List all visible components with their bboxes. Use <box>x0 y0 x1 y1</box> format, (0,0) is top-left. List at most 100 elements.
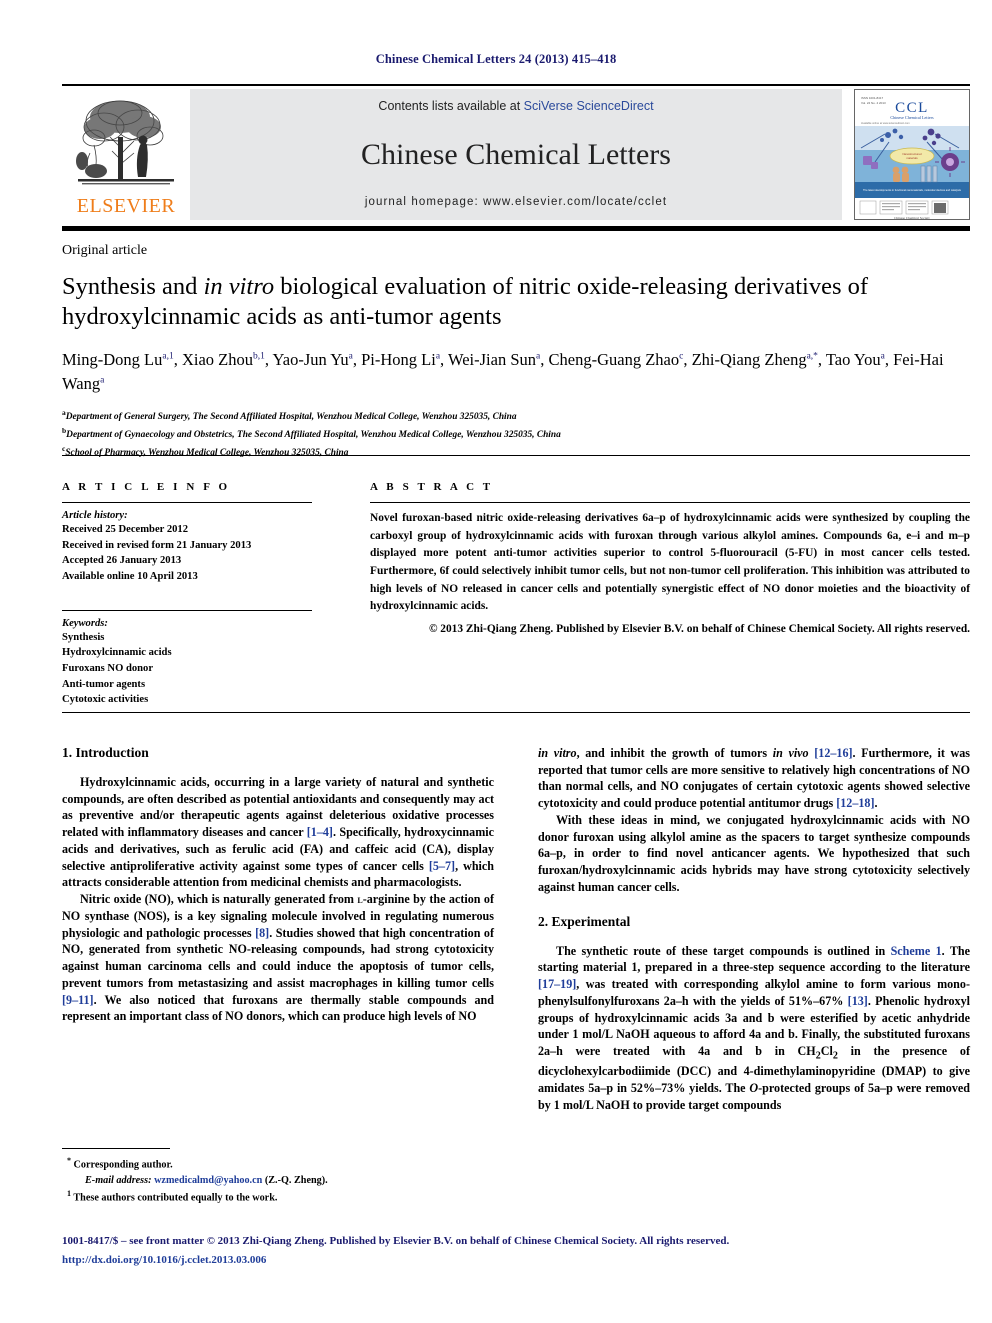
scheme-reference[interactable]: Scheme 1 <box>891 944 942 958</box>
article-history-item: Received 25 December 2012 <box>62 524 189 535</box>
affiliation-line: cSchool of Pharmacy, Wenzhou Medical Col… <box>62 444 349 459</box>
section-heading-experimental: 2. Experimental <box>538 913 631 929</box>
section-heading-introduction: 1. Introduction <box>62 745 149 760</box>
body-column-right: in vitro, and inhibit the growth of tumo… <box>538 745 970 1114</box>
keyword-item: Cytotoxic activities <box>62 694 149 706</box>
author-name: Cheng-Guang Zhao <box>548 349 680 369</box>
journal-cover-thumbnail: ISSN 1001-8417 Vol. 24 No. 4 2013 CCL Ch… <box>854 89 970 220</box>
article-info-rule <box>62 502 312 503</box>
author-affiliation-marker: a <box>100 375 105 386</box>
email-attribution: (Z.-Q. Zheng). <box>262 1174 328 1186</box>
svg-text:Vol. 24 No. 4 2013: Vol. 24 No. 4 2013 <box>861 101 886 105</box>
author-name: Zhi-Qiang Zheng <box>691 349 807 369</box>
doi-link[interactable]: http://dx.doi.org/10.1016/j.cclet.2013.0… <box>62 1251 970 1270</box>
footnote-corresponding-author: * Corresponding author. <box>62 1155 494 1173</box>
equal-contribution-text: These authors contributed equally to the… <box>73 1192 278 1204</box>
article-history-item: Available online 10 April 2013 <box>62 571 198 583</box>
author-name: Tao You <box>825 349 881 369</box>
journal-band: Contents lists available at SciVerse Sci… <box>190 89 842 220</box>
keyword-item: Hydroxylcinnamic acids <box>62 647 172 659</box>
keyword-item: Synthesis <box>62 631 105 643</box>
elsevier-wordmark: ELSEVIER <box>76 195 176 217</box>
keywords-rule <box>62 609 312 611</box>
keyword-list: Synthesis Hydroxylcinnamic acids Furoxans … <box>62 630 312 708</box>
intro-paragraph-2-continued: in vitro, and inhibit the growth of tumo… <box>538 746 970 811</box>
contents-prefix: Contents lists available at <box>378 99 524 113</box>
info-abstract-area: A R T I C L E I N F O Article history: R… <box>62 481 970 708</box>
email-address-link[interactable]: wzmedicalmd@yahoo.cn <box>154 1175 262 1186</box>
affiliation-marker: b <box>62 425 67 435</box>
affiliation-marker: c <box>62 444 66 454</box>
journal-article-page: Chinese Chemical Letters 24 (2013) 415–4… <box>0 0 992 1323</box>
abstract-body: Novel furoxan-based nitric oxide-releasi… <box>370 512 971 613</box>
asterisk-icon: * <box>67 1156 71 1165</box>
article-type-label: Original article <box>62 243 148 258</box>
cover-artwork: ISSN 1001-8417 Vol. 24 No. 4 2013 CCL Ch… <box>855 90 969 220</box>
info-section-bottom-rule <box>62 712 970 713</box>
body-columns: 1. Introduction Hydroxylcinnamic acids, … <box>62 745 970 1114</box>
affiliation-list: aDepartment of General Surgery, The Seco… <box>62 407 970 462</box>
info-section-top-rule <box>62 455 970 456</box>
journal-homepage-link[interactable]: journal homepage: www.elsevier.com/locat… <box>365 196 667 208</box>
experimental-paragraph-1: The synthetic route of these target comp… <box>538 943 971 1112</box>
footnote-rule <box>62 1148 170 1149</box>
page-title: Synthesis and in vitro biological evalua… <box>62 272 970 332</box>
intro-paragraph-3: With these ideas in mind, we conjugated … <box>538 812 970 894</box>
citation-reference[interactable]: [17–19] <box>538 977 576 991</box>
article-info-heading: A R T I C L E I N F O <box>62 481 231 493</box>
imprint-frontmatter-line: 1001-8417/$ – see front matter © 2013 Zh… <box>62 1235 730 1247</box>
abstract-column: A B S T R A C T Novel furoxan-based nitr… <box>370 481 970 708</box>
sciencedirect-link[interactable]: SciVerse ScienceDirect <box>524 99 654 113</box>
svg-text:Available online at www.scienc: Available online at www.sciencedirect.co… <box>861 121 910 125</box>
author-list: Ming-Dong Lua,1, Xiao Zhoub,1, Yao-Jun Y… <box>62 349 944 393</box>
svg-text:ISSN 1001-8417: ISSN 1001-8417 <box>861 96 884 100</box>
footnote-equal-contribution: 1 These authors contributed equally to t… <box>62 1188 494 1206</box>
article-history-item: Received in revised form 21 January 2013 <box>62 539 252 551</box>
email-address-label: E-mail address: <box>85 1174 152 1186</box>
footnote-email: E-mail address: wzmedicalmd@yahoo.cn (Z.… <box>62 1173 494 1188</box>
footnote-area: * Corresponding author. E-mail address: … <box>62 1148 494 1206</box>
author-affiliation-marker: a,* <box>806 351 818 362</box>
author-affiliation-marker: a <box>435 351 441 362</box>
article-history-item: Accepted 26 January 2013 <box>62 555 182 567</box>
journal-title: Chinese Chemical Letters <box>361 137 671 171</box>
author-affiliation-marker: c <box>679 351 684 362</box>
svg-text:Chinese Chemical Society: Chinese Chemical Society <box>894 216 930 220</box>
author-name: Ming-Dong Lu <box>62 349 163 369</box>
title-segment-1: Synthesis and <box>62 273 204 300</box>
svg-text:The latest developments in fun: The latest developments in functional na… <box>863 188 962 192</box>
author-affiliation-marker: b,1 <box>253 351 265 362</box>
author-affiliation-marker: a <box>880 351 885 362</box>
abstract-copyright: © 2013 Zhi-Qiang Zheng. Published by Els… <box>428 623 970 636</box>
article-history-label: Article history: <box>62 510 128 521</box>
abstract-heading: A B S T R A C T <box>370 481 494 493</box>
keywords-label: Keywords: <box>62 617 108 629</box>
citation-reference[interactable]: [5–7] <box>429 859 455 873</box>
citation-reference[interactable]: [12–16] <box>814 746 852 760</box>
masthead-bottom-rule <box>62 226 970 231</box>
citation-reference[interactable]: [13] <box>848 994 868 1008</box>
citation-reference[interactable]: [12–18] <box>836 796 874 810</box>
keywords-block: Keywords: Synthesis Hydroxylcinnamic acid… <box>62 609 312 708</box>
contents-available-line: Contents lists available at SciVerse Sci… <box>378 99 653 113</box>
citation-reference[interactable]: [8] <box>255 926 269 940</box>
running-head-citation: Chinese Chemical Letters 24 (2013) 415–4… <box>375 52 617 66</box>
author-name: Xiao Zhou <box>181 349 253 369</box>
citation-reference[interactable]: [9–11] <box>62 993 94 1007</box>
title-block: Original article Synthesis and in vitro … <box>62 243 970 462</box>
citation-reference[interactable]: [1–4] <box>307 825 333 839</box>
intro-paragraph-2: Nitric oxide (NO), which is naturally ge… <box>62 892 494 1024</box>
corresponding-author-text: Corresponding author. <box>73 1159 173 1171</box>
svg-text:Chinese Chemical Letters: Chinese Chemical Letters <box>890 115 934 120</box>
elsevier-logo: ELSEVIER <box>62 89 190 220</box>
author-affiliation-marker: a <box>536 351 541 362</box>
footnote-marker-1: 1 <box>67 1188 71 1198</box>
svg-text:CCL: CCL <box>895 100 929 116</box>
title-italic-segment: in vitro <box>203 273 275 300</box>
author-affiliation-marker: a <box>348 351 353 362</box>
affiliation-marker: a <box>62 407 66 417</box>
elsevier-tree-icon <box>76 100 174 185</box>
affiliation-line: bDepartment of Gynaecology and Obstetric… <box>62 425 561 441</box>
author-name: Pi-Hong Li <box>361 349 436 369</box>
article-info-column: A R T I C L E I N F O Article history: R… <box>62 481 312 708</box>
